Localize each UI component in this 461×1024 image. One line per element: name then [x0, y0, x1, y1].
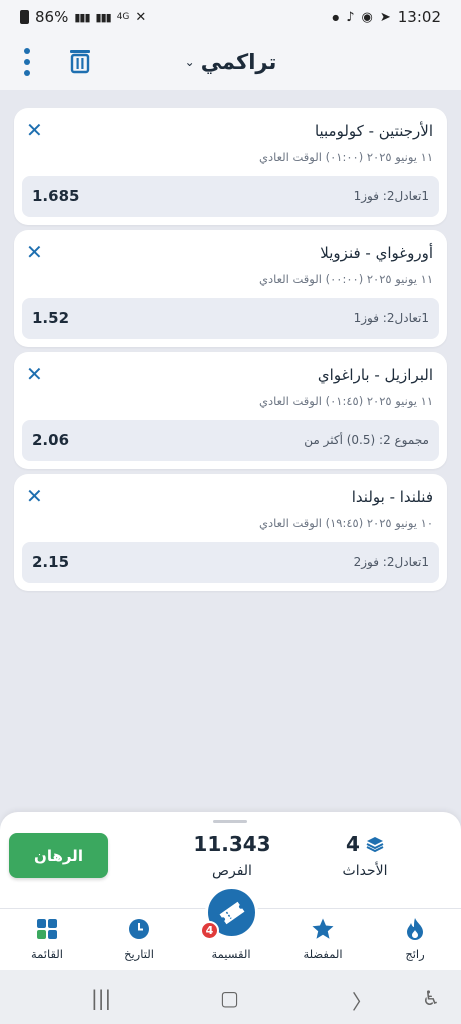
flame-icon [407, 918, 423, 940]
signal-icon-2: ▮▮▮ [95, 10, 112, 24]
battery-level: 86% [35, 8, 69, 26]
selection-odds: 1.52 [32, 309, 70, 327]
accessibility-icon[interactable]: ♿ [422, 986, 440, 1010]
nav-favorites[interactable]: المفضلة [288, 917, 358, 961]
app-header: ⌄ تراكمي [0, 34, 461, 90]
match-datetime: ١١ يونيو ٢٠٢٥ (٠١:٠٠) الوقت العادي [258, 150, 433, 164]
match-name: الأرجنتين - كولومبيا [314, 122, 433, 140]
bet-type-dropdown[interactable]: ⌄ تراكمي [185, 50, 277, 74]
battery-icon [20, 10, 29, 24]
match-datetime: ١١ يونيو ٢٠٢٥ (٠١:٤٥) الوقت العادي [258, 394, 433, 408]
star-icon [312, 918, 334, 939]
match-name: أوروغواي - فنزويلا [320, 244, 433, 262]
clock-time: 13:02 [397, 8, 441, 26]
status-bar: 86% ▮▮▮ ▮▮▮ 4G ✕ ● ♪ ◉ ➤ 13:02 [0, 0, 461, 34]
close-icon[interactable]: ✕ [26, 364, 43, 384]
selection-odds: 2.06 [32, 431, 70, 449]
clock-icon [129, 919, 149, 939]
selection-label: 1تعادل2: فوز2 [353, 555, 429, 569]
events-label: الأحداث [342, 863, 388, 879]
selection-row: 2.15 1تعادل2: فوز2 [22, 542, 439, 583]
drag-handle[interactable] [213, 820, 247, 823]
back-icon[interactable]: 〉 [352, 986, 372, 1015]
selection-label: 1تعادل2: فوز1 [353, 189, 429, 203]
close-icon[interactable]: ✕ [26, 120, 43, 140]
selection-label: 1تعادل2: فوز1 [353, 311, 429, 325]
events-count-value: 4 [346, 832, 360, 856]
close-icon[interactable]: ✕ [26, 486, 43, 506]
nav-label: التاريخ [124, 947, 154, 961]
nav-label: القائمة [30, 947, 64, 961]
status-right: ● ♪ ◉ ➤ 13:02 [332, 8, 441, 26]
bet-card: ✕ البرازيل - باراغواي ١١ يونيو ٢٠٢٥ (٠١:… [14, 352, 447, 469]
betslip-count-badge: 4 [200, 921, 219, 940]
ticket-icon [219, 901, 244, 924]
home-icon[interactable]: ▢ [220, 986, 239, 1010]
bet-card: ✕ أوروغواي - فنزويلا ١١ يونيو ٢٠٢٥ (٠٠:٠… [14, 230, 447, 347]
match-datetime: ١١ يونيو ٢٠٢٥ (٠٠:٠٠) الوقت العادي [258, 272, 433, 286]
trash-icon[interactable] [68, 48, 92, 74]
signal-icon: ▮▮▮ [74, 10, 90, 24]
page-title: تراكمي [200, 50, 277, 74]
chevron-down-icon: ⌄ [184, 55, 195, 69]
more-vertical-icon[interactable] [18, 48, 36, 76]
bet-card: ✕ الأرجنتين - كولومبيا ١١ يونيو ٢٠٢٥ (٠١… [14, 108, 447, 225]
close-icon[interactable]: ✕ [26, 242, 43, 262]
selection-row: 1.52 1تعادل2: فوز1 [22, 298, 439, 339]
total-odds: 11.343 الفرص [190, 832, 274, 879]
total-odds-label: الفرص [212, 863, 252, 879]
bet-slip-list: ✕ الأرجنتين - كولومبيا ١١ يونيو ٢٠٢٥ (٠١… [14, 108, 447, 596]
match-datetime: ١٠ يونيو ٢٠٢٥ (١٩:٤٥) الوقت العادي [258, 516, 433, 530]
dot-icon: ● [332, 12, 340, 22]
telegram-icon: ➤ [379, 9, 391, 25]
nav-menu[interactable]: القائمة [12, 917, 82, 961]
selection-odds: 2.15 [32, 553, 70, 571]
nav-label: رائج [405, 947, 425, 961]
mute-icon: ✕ [135, 9, 147, 25]
total-odds-value: 11.343 [193, 832, 271, 856]
system-nav-bar: ||| ▢ 〉 ♿ [0, 970, 461, 1024]
nav-trending[interactable]: رائج [380, 917, 450, 961]
status-left: 86% ▮▮▮ ▮▮▮ 4G ✕ [20, 8, 146, 26]
selection-odds: 1.685 [32, 187, 80, 205]
place-bet-button[interactable]: الرهان [9, 833, 108, 878]
network-type: 4G [116, 12, 130, 22]
selection-row: 1.685 1تعادل2: فوز1 [22, 176, 439, 217]
grid-icon [37, 919, 57, 939]
messenger-icon: ◉ [361, 9, 373, 25]
nav-label: المفضلة [303, 947, 343, 961]
selection-row: 2.06 مجموع 2: (0.5) أكثر من [22, 420, 439, 461]
selection-label: مجموع 2: (0.5) أكثر من [304, 433, 429, 447]
recent-apps-icon[interactable]: ||| [91, 986, 111, 1010]
bet-card: ✕ فنلندا - بولندا ١٠ يونيو ٢٠٢٥ (١٩:٤٥) … [14, 474, 447, 591]
events-count: 4 الأحداث [330, 832, 400, 879]
match-name: البرازيل - باراغواي [317, 366, 433, 384]
match-name: فنلندا - بولندا [351, 488, 433, 506]
tiktok-icon: ♪ [346, 9, 355, 25]
layers-icon [366, 837, 384, 853]
nav-history[interactable]: التاريخ [104, 917, 174, 961]
nav-label: القسيمة [211, 947, 251, 961]
